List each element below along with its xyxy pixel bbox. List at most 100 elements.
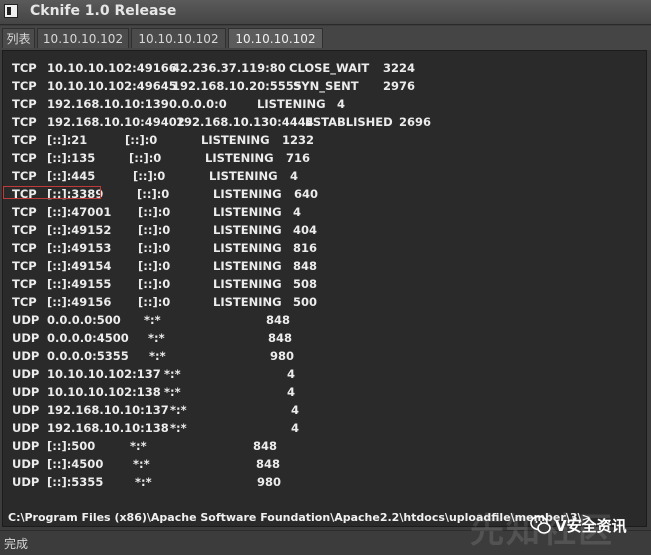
protocol-cell: UDP — [12, 403, 40, 417]
foreign-address-cell: 192.168.10.130:4444 — [176, 115, 314, 129]
foreign-address-cell: [::]:0 — [138, 205, 171, 219]
protocol-cell: TCP — [12, 133, 37, 147]
foreign-address-cell: *:* — [133, 457, 150, 471]
local-address-cell: 0.0.0.0:5355 — [47, 349, 129, 363]
protocol-cell: UDP — [12, 367, 40, 381]
brand-label: V安全资讯 — [555, 517, 627, 535]
local-address-cell: [::]:135 — [47, 151, 96, 165]
foreign-address-cell: [::]:0 — [138, 259, 171, 273]
table-row: TCP [::]:3389 [::]:0 LISTENING 640 — [3, 185, 643, 203]
table-row: UDP [::]:500 *:* 848 — [3, 437, 643, 455]
table-row: TCP [::]:21 [::]:0 LISTENING 1232 — [3, 131, 643, 149]
pid-cell: 848 — [256, 457, 281, 471]
protocol-cell: TCP — [12, 241, 37, 255]
table-row: UDP 0.0.0.0:4500 *:* 848 — [3, 329, 643, 347]
table-row: TCP 192.168.10.10:49402 192.168.10.130:444… — [3, 113, 643, 131]
pid-cell: 2696 — [399, 115, 432, 129]
protocol-cell: UDP — [12, 385, 40, 399]
pid-cell: 848 — [266, 313, 291, 327]
local-address-cell: [::]:49153 — [47, 241, 112, 255]
state-cell: CLOSE_WAIT — [289, 61, 370, 75]
foreign-address-cell: *:* — [164, 385, 181, 399]
table-row: TCP [::]:135 [::]:0 LISTENING 716 — [3, 149, 643, 167]
status-text: 完成 — [4, 537, 29, 551]
foreign-address-cell: [::]:0 — [138, 223, 171, 237]
table-row: UDP 10.10.10.102:138 *:* 4 — [3, 383, 643, 401]
foreign-address-cell: *:* — [164, 367, 181, 381]
protocol-cell: TCP — [12, 187, 37, 201]
local-address-cell: [::]:5355 — [47, 475, 104, 489]
foreign-address-cell: *:* — [170, 403, 187, 417]
table-row: TCP [::]:49152 [::]:0 LISTENING 404 — [3, 221, 643, 239]
pid-cell: 816 — [293, 241, 318, 255]
table-row: TCP [::]:47001 [::]:0 LISTENING 4 — [3, 203, 643, 221]
state-cell: LISTENING — [213, 259, 282, 273]
window-title: Cknife 1.0 Release — [30, 3, 177, 19]
pid-cell: 4 — [287, 385, 296, 399]
pid-cell: 716 — [286, 151, 311, 165]
pid-cell: 404 — [293, 223, 318, 237]
foreign-address-cell: *:* — [149, 349, 166, 363]
state-cell: ESTABLISHED — [305, 115, 393, 129]
table-row: TCP [::]:445 [::]:0 LISTENING 4 — [3, 167, 643, 185]
tab-host-2[interactable]: 10.10.10.102 — [131, 28, 226, 48]
local-address-cell: [::]:49154 — [47, 259, 112, 273]
local-address-cell: 0.0.0.0:500 — [47, 313, 121, 327]
local-address-cell: 192.168.10.10:137 — [47, 403, 169, 417]
protocol-cell: UDP — [12, 421, 40, 435]
table-row: TCP [::]:49156 [::]:0 LISTENING 500 — [3, 293, 643, 311]
state-cell: LISTENING — [213, 187, 282, 201]
table-row: UDP 0.0.0.0:500 *:* 848 — [3, 311, 643, 329]
pid-cell: 980 — [257, 475, 282, 489]
local-address-cell: [::]:47001 — [47, 205, 112, 219]
foreign-address-cell: *:* — [144, 313, 161, 327]
foreign-address-cell: *:* — [130, 439, 147, 453]
table-row: UDP 192.168.10.10:137 *:* 4 — [3, 401, 643, 419]
state-cell: LISTENING — [213, 223, 282, 237]
terminal-output[interactable]: TCP 10.10.10.102:49166 42.236.37.119:80 CLO… — [2, 50, 647, 527]
protocol-cell: UDP — [12, 475, 40, 489]
pid-cell: 4 — [290, 169, 299, 183]
protocol-cell: TCP — [12, 259, 37, 273]
state-cell: LISTENING — [209, 169, 278, 183]
table-row: UDP 0.0.0.0:5355 *:* 980 — [3, 347, 643, 365]
foreign-address-cell: *:* — [170, 421, 187, 435]
state-cell: LISTENING — [205, 151, 274, 165]
local-address-cell: 192.168.10.10:49402 — [47, 115, 185, 129]
pid-cell: 2976 — [383, 79, 416, 93]
table-row: TCP [::]:49154 [::]:0 LISTENING 848 — [3, 257, 643, 275]
local-address-cell: 10.10.10.102:137 — [47, 367, 161, 381]
pid-cell: 980 — [270, 349, 295, 363]
table-row: UDP [::]:5355 *:* 980 — [3, 473, 643, 491]
foreign-address-cell: [::]:0 — [133, 169, 166, 183]
foreign-address-cell: [::]:0 — [138, 277, 171, 291]
local-address-cell: 10.10.10.102:49166 — [47, 61, 177, 75]
state-cell: LISTENING — [257, 97, 326, 111]
tab-host-1[interactable]: 10.10.10.102 — [37, 28, 129, 48]
tab-list[interactable]: 列表 — [2, 28, 35, 48]
foreign-address-cell: *:* — [135, 475, 152, 489]
local-address-cell: [::]:500 — [47, 439, 96, 453]
protocol-cell: TCP — [12, 205, 37, 219]
tab-host-3[interactable]: 10.10.10.102 — [228, 28, 323, 48]
pid-cell: 640 — [294, 187, 319, 201]
netstat-output: TCP 10.10.10.102:49166 42.236.37.119:80 CLO… — [3, 51, 646, 526]
foreign-address-cell: [::]:0 — [125, 133, 158, 147]
foreign-address-cell: [::]:0 — [129, 151, 162, 165]
protocol-cell: UDP — [12, 439, 40, 453]
state-cell: LISTENING — [201, 133, 270, 147]
table-row: UDP [::]:4500 *:* 848 — [3, 455, 643, 473]
local-address-cell: 0.0.0.0:4500 — [47, 331, 129, 345]
tab-strip: 列表 10.10.10.102 10.10.10.102 10.10.10.10… — [0, 26, 651, 50]
local-address-cell: [::]:49156 — [47, 295, 112, 309]
foreign-address-cell: *:* — [148, 331, 165, 345]
foreign-address-cell: 42.236.37.119:80 — [172, 61, 286, 75]
title-bar: Cknife 1.0 Release — [0, 0, 651, 25]
protocol-cell: TCP — [12, 97, 37, 111]
pid-cell: 4 — [337, 97, 346, 111]
local-address-cell: [::]:49155 — [47, 277, 112, 291]
pid-cell: 4 — [293, 205, 302, 219]
state-cell: LISTENING — [213, 277, 282, 291]
protocol-cell: TCP — [12, 277, 37, 291]
foreign-address-cell: 0.0.0.0:0 — [169, 97, 227, 111]
